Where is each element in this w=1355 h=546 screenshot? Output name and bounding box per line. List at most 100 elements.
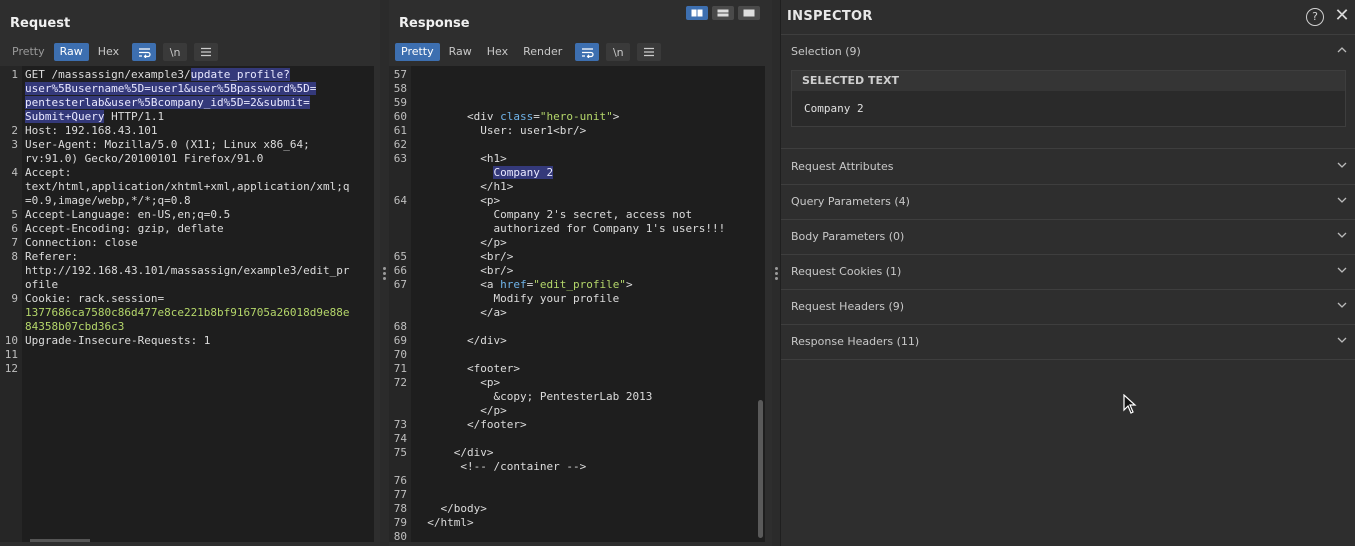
- code-token: ofile: [25, 278, 59, 291]
- response-tab-hex[interactable]: Hex: [481, 43, 514, 61]
- line-text[interactable]: [22, 348, 374, 362]
- request-editor[interactable]: 1 GET /massassign/example3/update_profile…: [0, 66, 374, 542]
- line-text[interactable]: </p>: [411, 404, 765, 418]
- hamburger-icon: [644, 47, 655, 57]
- response-wrap-toggle[interactable]: [575, 43, 600, 61]
- line-text[interactable]: </div>: [411, 334, 765, 348]
- line-text[interactable]: Referer:: [22, 250, 374, 264]
- line-text[interactable]: [411, 530, 765, 542]
- line-text[interactable]: user%5Busername%5D=user1&user%5Bpassword…: [22, 82, 374, 96]
- line-text[interactable]: text/html,application/xhtml+xml,applicat…: [22, 180, 374, 194]
- layout-single-button[interactable]: [738, 6, 760, 20]
- inspector-section[interactable]: Request Cookies (1): [781, 255, 1355, 290]
- line-text[interactable]: [411, 68, 765, 82]
- request-tab-hex[interactable]: Hex: [92, 43, 125, 61]
- code-token: rv:91.0) Gecko/20100101 Firefox/91.0: [25, 152, 264, 165]
- request-wrap-toggle[interactable]: [132, 43, 157, 61]
- line-text[interactable]: <div class="hero-unit">: [411, 110, 765, 124]
- line-text[interactable]: [22, 362, 374, 376]
- line-text[interactable]: </a>: [411, 306, 765, 320]
- line-text[interactable]: <footer>: [411, 362, 765, 376]
- line-text[interactable]: <h1>: [411, 152, 765, 166]
- line-text[interactable]: </footer>: [411, 418, 765, 432]
- selected-text-value[interactable]: Company 2: [792, 91, 1345, 115]
- code-line: 70: [389, 348, 765, 362]
- line-text[interactable]: 1377686ca7580c86d477e8ce221b8bf916705a26…: [22, 306, 374, 320]
- inspector-section[interactable]: Request Attributes: [781, 150, 1355, 185]
- layout-side-by-side-button[interactable]: [686, 6, 708, 20]
- close-icon[interactable]: ✕: [1333, 7, 1351, 25]
- request-menu-button[interactable]: [194, 43, 219, 61]
- line-text[interactable]: pentesterlab&user%5Bcompany_id%5D=2&subm…: [22, 96, 374, 110]
- line-text[interactable]: </div>: [411, 446, 765, 460]
- line-text[interactable]: User-Agent: Mozilla/5.0 (X11; Linux x86_…: [22, 138, 374, 152]
- inspector-splitter[interactable]: [772, 0, 780, 546]
- line-text[interactable]: authorized for Company 1's users!!!: [411, 222, 765, 236]
- line-text[interactable]: Company 2's secret, access not: [411, 208, 765, 222]
- line-text[interactable]: Accept:: [22, 166, 374, 180]
- line-text[interactable]: Accept-Language: en-US,en;q=0.5: [22, 208, 374, 222]
- line-text[interactable]: User: user1<br/>: [411, 124, 765, 138]
- code-token: </h1>: [414, 180, 514, 193]
- response-tab-raw[interactable]: Raw: [443, 43, 478, 61]
- line-text[interactable]: http://192.168.43.101/massassign/example…: [22, 264, 374, 278]
- request-tab-pretty[interactable]: Pretty: [6, 43, 51, 61]
- line-text[interactable]: </body>: [411, 502, 765, 516]
- line-text[interactable]: [411, 96, 765, 110]
- line-text[interactable]: Upgrade-Insecure-Requests: 1: [22, 334, 374, 348]
- line-text[interactable]: <p>: [411, 376, 765, 390]
- response-menu-button[interactable]: [637, 43, 662, 61]
- line-text[interactable]: [411, 320, 765, 334]
- line-text[interactable]: Submit+Query HTTP/1.1: [22, 110, 374, 124]
- line-text[interactable]: rv:91.0) Gecko/20100101 Firefox/91.0: [22, 152, 374, 166]
- response-newline-toggle[interactable]: \n: [606, 43, 631, 61]
- help-icon[interactable]: ?: [1306, 8, 1324, 26]
- chevron-down-icon: [1337, 162, 1347, 168]
- line-text[interactable]: </p>: [411, 236, 765, 250]
- line-number: 67: [393, 278, 407, 291]
- response-tab-pretty[interactable]: Pretty: [395, 43, 440, 61]
- code-token: 84358b07cbd36c3: [25, 320, 125, 333]
- line-text[interactable]: [411, 348, 765, 362]
- line-text[interactable]: <br/>: [411, 264, 765, 278]
- request-tab-raw[interactable]: Raw: [53, 43, 89, 61]
- line-text[interactable]: =0.9,image/webp,*/*;q=0.8: [22, 194, 374, 208]
- line-text[interactable]: [411, 82, 765, 96]
- line-text[interactable]: Company 2: [411, 166, 765, 180]
- line-text[interactable]: ofile: [22, 278, 374, 292]
- response-vscrollbar[interactable]: [758, 400, 763, 538]
- inspector-section[interactable]: Query Parameters (4): [781, 185, 1355, 220]
- inspector-section[interactable]: Response Headers (11): [781, 325, 1355, 360]
- line-text[interactable]: Host: 192.168.43.101: [22, 124, 374, 138]
- line-text[interactable]: Cookie: rack.session=: [22, 292, 374, 306]
- line-text[interactable]: <a href="edit_profile">: [411, 278, 765, 292]
- code-token: Cookie:: [25, 292, 78, 305]
- inspector-section[interactable]: Request Headers (9): [781, 290, 1355, 325]
- line-text[interactable]: [411, 474, 765, 488]
- line-text[interactable]: <!-- /container -->: [411, 460, 765, 474]
- response-tab-render[interactable]: Render: [517, 43, 568, 61]
- line-text[interactable]: </h1>: [411, 180, 765, 194]
- line-text[interactable]: Accept-Encoding: gzip, deflate: [22, 222, 374, 236]
- line-number: 69: [393, 334, 407, 347]
- request-newline-toggle[interactable]: \n: [163, 43, 188, 61]
- pane-splitter[interactable]: [380, 0, 389, 546]
- response-editor[interactable]: 57 58 59 60 <div class="hero-unit"> 61 User:…: [389, 66, 765, 542]
- line-text[interactable]: Connection: close: [22, 236, 374, 250]
- chevron-down-icon: [1337, 337, 1347, 343]
- code-token: GET /massassign/example3/: [25, 68, 191, 81]
- line-text[interactable]: 84358b07cbd36c3: [22, 320, 374, 334]
- inspector-section[interactable]: Body Parameters (0): [781, 220, 1355, 255]
- line-text[interactable]: <br/>: [411, 250, 765, 264]
- line-text[interactable]: </html>: [411, 516, 765, 530]
- line-text[interactable]: [411, 138, 765, 152]
- line-text[interactable]: [411, 488, 765, 502]
- line-text[interactable]: Modify your profile: [411, 292, 765, 306]
- line-text[interactable]: &copy; PentesterLab 2013: [411, 390, 765, 404]
- line-text[interactable]: GET /massassign/example3/update_profile?: [22, 68, 374, 82]
- request-hscrollbar[interactable]: [30, 539, 90, 542]
- layout-stacked-button[interactable]: [712, 6, 734, 20]
- line-text[interactable]: [411, 432, 765, 446]
- line-text[interactable]: <p>: [411, 194, 765, 208]
